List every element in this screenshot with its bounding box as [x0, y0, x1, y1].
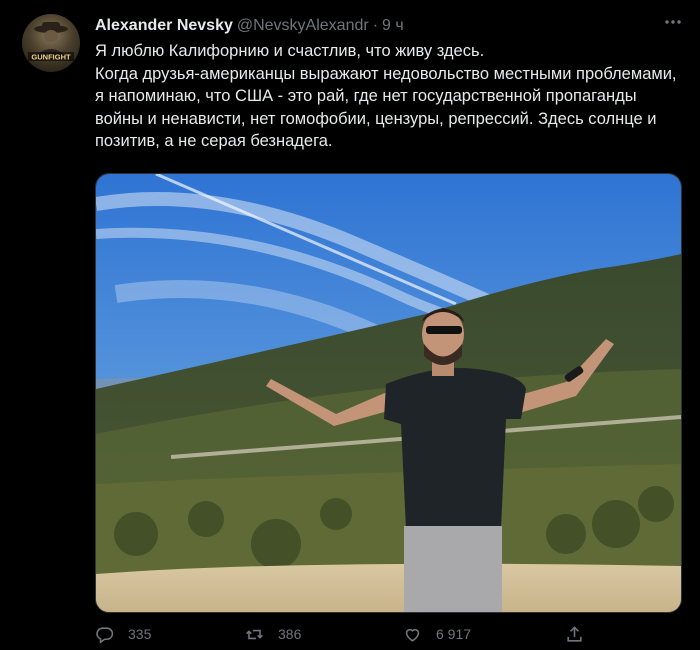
photo-man-in-hills [96, 174, 681, 612]
heart-icon [405, 628, 420, 642]
more-icon[interactable] [662, 12, 684, 34]
author-name[interactable]: Alexander Nevsky [95, 17, 233, 34]
avatar-logo-text: GUNFIGHT [31, 53, 71, 62]
share-icon [567, 625, 582, 642]
retweet-icon [246, 629, 263, 639]
avatar-image: GUNFIGHT [28, 22, 74, 62]
reply-button[interactable]: 335 [95, 622, 151, 646]
reply-count: 335 [128, 626, 152, 642]
avatar[interactable]: GUNFIGHT [22, 14, 80, 72]
tweet-time[interactable]: 9 ч [382, 17, 404, 34]
retweet-button[interactable]: 386 [245, 622, 301, 646]
tweet-photo[interactable] [95, 173, 682, 613]
tweet-actions: 335 386 6 917 [95, 622, 685, 646]
tweet-text: Я люблю Калифорнию и счастлив, что живу … [95, 40, 685, 153]
share-button[interactable] [565, 622, 598, 646]
tweet-header: Alexander Nevsky @NevskyAlexandr · 9 ч [95, 16, 660, 36]
tweet-text-line-1: Я люблю Калифорнию и счастлив, что живу … [95, 42, 485, 60]
tweet-text-paragraph: Когда друзья-американцы выражают недовол… [95, 64, 677, 151]
like-button[interactable]: 6 917 [403, 622, 471, 646]
tweet: GUNFIGHT Alexander Nevsky @NevskyAlexandr… [0, 0, 700, 650]
separator-dot: · [372, 17, 379, 34]
author-handle[interactable]: @NevskyAlexandr [237, 17, 369, 34]
like-count: 6 917 [436, 626, 472, 642]
reply-icon [96, 626, 114, 643]
retweet-count: 386 [278, 626, 302, 642]
